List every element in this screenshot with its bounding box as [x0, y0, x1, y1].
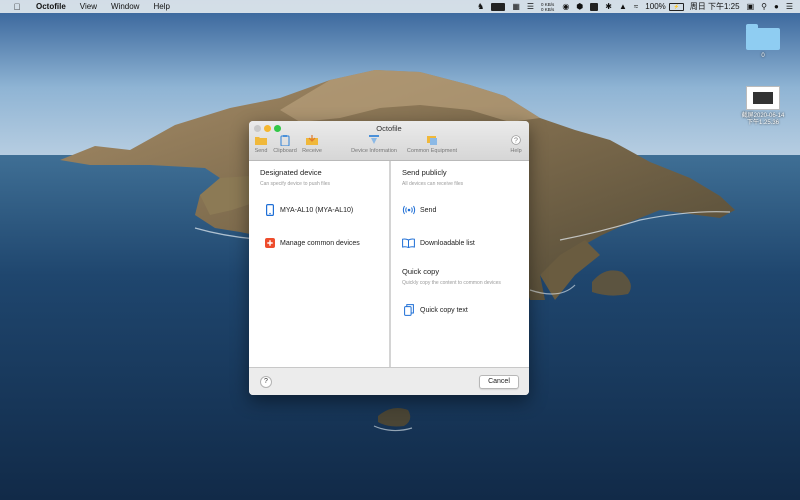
- send-publicly-pane: Send publicly All devices can receive fi…: [391, 161, 529, 367]
- book-icon: [401, 237, 416, 249]
- downloadable-list-label: Downloadable list: [420, 239, 475, 247]
- toolbar-send-button[interactable]: Send: [252, 135, 270, 154]
- apple-menu-icon[interactable]: : [10, 2, 24, 12]
- toolbar-device-information-label: Device Information: [351, 148, 397, 154]
- broadcast-icon: [401, 204, 416, 216]
- wifi-icon[interactable]: ≈: [634, 0, 638, 13]
- quick-copy-subtitle: Quickly copy the content to common devic…: [402, 280, 501, 286]
- sliders-status-icon[interactable]: ☰: [527, 0, 534, 13]
- window-content: Designated device Can specify device to …: [249, 161, 529, 367]
- quick-copy-text-action[interactable]: Quick copy text: [401, 304, 468, 316]
- receive-icon: [300, 135, 324, 146]
- toolbar-receive-label: Receive: [302, 148, 322, 154]
- common-equipment-icon: [403, 135, 461, 146]
- toolbar-device-information-button[interactable]: Device Information: [347, 135, 401, 154]
- screenshot-label-line2: 下午1.25.36: [746, 120, 780, 126]
- menu-bar:  Octofile View Window Help ♞ ▦ ☰ 0 KB/s…: [0, 0, 800, 13]
- octopus-status-icon[interactable]: ♞: [477, 0, 484, 13]
- cancel-button[interactable]: Cancel: [479, 375, 519, 389]
- network-speed-readout: 0 KB/s 0 KB/s: [541, 2, 554, 12]
- display-status-icon[interactable]: [491, 2, 506, 11]
- send-action-label: Send: [420, 206, 437, 214]
- toolbar-common-equipment-label: Common Equipment: [406, 148, 458, 154]
- clipboard-icon: [271, 135, 299, 146]
- toolbar-common-equipment-button[interactable]: Common Equipment: [403, 135, 461, 154]
- notification-center-icon[interactable]: ☰: [786, 0, 793, 13]
- menu-window[interactable]: Window: [111, 0, 139, 13]
- toolbar-clipboard-button[interactable]: Clipboard: [271, 135, 299, 154]
- net-download-speed: 0 KB/s: [541, 6, 555, 12]
- cube-status-icon[interactable]: ⬢: [576, 0, 583, 13]
- net-upload-speed: 0 KB/s: [541, 1, 555, 7]
- send-folder-icon: [252, 135, 270, 146]
- search-icon[interactable]: ⚲: [761, 0, 767, 13]
- siri-icon[interactable]: ●: [774, 0, 779, 13]
- toolbar-send-label: Send: [254, 148, 268, 154]
- airplay-icon[interactable]: ▲: [619, 0, 627, 13]
- footer-help-button[interactable]: ?: [260, 376, 272, 388]
- screen-capture-status-icon[interactable]: ▣: [747, 0, 755, 13]
- quick-copy-text-label: Quick copy text: [420, 306, 468, 314]
- window-footer: ? Cancel: [249, 367, 529, 395]
- desktop-folder[interactable]: 0: [746, 24, 780, 60]
- screenshot-thumbnail-icon: [746, 86, 780, 110]
- phone-icon: [264, 204, 276, 216]
- quick-copy-title: Quick copy: [402, 267, 440, 276]
- window-title: Octofile: [376, 124, 402, 133]
- plus-icon: [264, 237, 276, 249]
- designated-device-subtitle: Can specify device to push files: [260, 181, 331, 187]
- folder-icon: [746, 24, 780, 50]
- app-menu-octofile[interactable]: Octofile: [36, 0, 66, 13]
- screenshot-file-label: 截屏2020-06-14 下午1.25.36: [734, 113, 792, 127]
- window-titlebar[interactable]: Octofile Send Clipboard Receive Device I…: [249, 121, 529, 161]
- battery-icon[interactable]: ⚡: [668, 2, 684, 11]
- manage-common-devices-button[interactable]: Manage common devices: [264, 237, 360, 249]
- menu-view[interactable]: View: [80, 0, 97, 13]
- toolbar-receive-button[interactable]: Receive: [300, 135, 324, 154]
- battery-percentage: 100%: [645, 2, 666, 11]
- help-icon: ?: [507, 135, 525, 146]
- manage-common-devices-label: Manage common devices: [280, 239, 360, 247]
- designated-device-title: Designated device: [260, 168, 322, 177]
- desktop-screenshot-file[interactable]: 截屏2020-06-14 下午1.25.36: [734, 86, 792, 127]
- screenshot-label-line1: 截屏2020-06-14: [741, 113, 785, 119]
- toolbar-clipboard-label: Clipboard: [273, 148, 297, 154]
- downloadable-list-action[interactable]: Downloadable list: [401, 237, 475, 249]
- send-publicly-subtitle: All devices can receive files: [402, 181, 464, 187]
- octofile-window: Octofile Send Clipboard Receive Device I…: [249, 121, 529, 395]
- text-tool-status-icon[interactable]: [590, 2, 599, 11]
- device-name: MYA-AL10 (MYA-AL10): [280, 206, 354, 214]
- copy-document-icon: [401, 304, 416, 316]
- grid-status-icon[interactable]: ▦: [512, 0, 520, 13]
- menu-bar-status-area: ♞ ▦ ☰ 0 KB/s 0 KB/s ◉ ⬢ ✱ ▲ ≈ 100% ⚡ 周日 …: [477, 0, 800, 13]
- device-information-icon: [347, 135, 401, 146]
- clock-datetime[interactable]: 周日 下午1:25: [690, 0, 740, 13]
- send-publicly-title: Send publicly: [402, 168, 447, 177]
- designated-device-pane: Designated device Can specify device to …: [249, 161, 389, 367]
- device-row-mya-al10[interactable]: MYA-AL10 (MYA-AL10): [264, 204, 353, 216]
- send-action[interactable]: Send: [401, 204, 436, 216]
- desktop-folder-label: 0: [761, 53, 765, 59]
- svg-text:?: ?: [514, 138, 518, 145]
- bluetooth-icon[interactable]: ✱: [605, 0, 612, 13]
- target-status-icon[interactable]: ◉: [562, 0, 569, 13]
- menu-help[interactable]: Help: [153, 0, 169, 13]
- toolbar-help-button[interactable]: ? Help: [507, 135, 525, 154]
- toolbar-help-label: Help: [510, 148, 522, 154]
